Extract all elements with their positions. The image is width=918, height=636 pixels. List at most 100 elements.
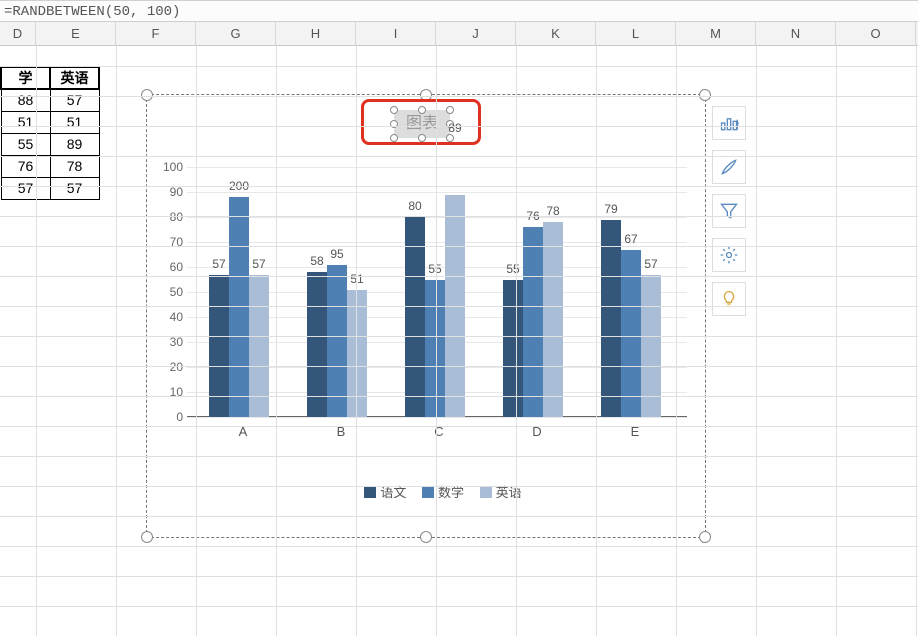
- chart-object[interactable]: 图表 语文 数学 英语 0102030405060708090: [146, 94, 706, 538]
- resize-handle-nw[interactable]: [141, 89, 153, 101]
- title-handle[interactable]: [390, 106, 398, 114]
- bar[interactable]: [601, 220, 621, 418]
- gridline: [836, 46, 837, 636]
- chart-settings-button[interactable]: [712, 238, 746, 272]
- bar[interactable]: [347, 290, 367, 418]
- gridline: [0, 396, 918, 397]
- y-tick-label: 30: [155, 335, 183, 349]
- column-header[interactable]: M: [676, 22, 756, 46]
- gridline: [0, 216, 918, 217]
- gridline: [676, 46, 677, 636]
- gridline: [0, 186, 918, 187]
- column-header[interactable]: H: [276, 22, 356, 46]
- cell[interactable]: 51: [50, 111, 99, 133]
- gridline: [0, 516, 918, 517]
- bar[interactable]: [405, 217, 425, 417]
- legend-swatch: [480, 486, 492, 498]
- title-handle[interactable]: [418, 134, 426, 142]
- gridline: [916, 46, 917, 636]
- column-header[interactable]: G: [196, 22, 276, 46]
- y-tick-label: 0: [155, 410, 183, 424]
- gridline: [0, 606, 918, 607]
- table-header: 英语: [50, 67, 99, 89]
- gridline: [516, 46, 517, 636]
- data-table: 学 英语 8857 5151 5589 7678 5757: [0, 66, 100, 200]
- cell[interactable]: 51: [1, 111, 50, 133]
- gridline: [0, 96, 918, 97]
- gear-icon: [719, 245, 739, 265]
- brush-icon: [719, 157, 739, 177]
- data-label: 57: [246, 257, 272, 271]
- legend-label: 数学: [438, 485, 464, 500]
- column-header[interactable]: D: [0, 22, 36, 46]
- cell[interactable]: 57: [1, 177, 50, 199]
- title-handle[interactable]: [446, 106, 454, 114]
- title-handle[interactable]: [446, 134, 454, 142]
- cell[interactable]: 88: [1, 89, 50, 111]
- column-header[interactable]: F: [116, 22, 196, 46]
- gridline: [0, 546, 918, 547]
- bars-icon: [719, 113, 739, 133]
- column-header[interactable]: K: [516, 22, 596, 46]
- resize-handle-sw[interactable]: [141, 531, 153, 543]
- data-label: 80: [402, 199, 428, 213]
- plot-gridline: [187, 192, 687, 193]
- formula-bar[interactable]: =RANDBETWEEN(50, 100): [0, 0, 918, 22]
- plot-gridline: [187, 417, 687, 418]
- gridline: [0, 576, 918, 577]
- cell[interactable]: 57: [50, 89, 99, 111]
- cell[interactable]: 57: [50, 177, 99, 199]
- y-tick-label: 50: [155, 285, 183, 299]
- legend-label: 英语: [496, 485, 522, 500]
- gridline: [196, 46, 197, 636]
- data-label: 89: [442, 121, 468, 135]
- y-tick-label: 90: [155, 185, 183, 199]
- column-header[interactable]: L: [596, 22, 676, 46]
- gridline: [0, 126, 918, 127]
- table-header: 学: [1, 67, 50, 89]
- gridline: [0, 366, 918, 367]
- bar[interactable]: [523, 227, 543, 417]
- bar[interactable]: [621, 250, 641, 418]
- chart-plot-area: 语文 数学 英语 01020304050607080901005720057A5…: [187, 167, 687, 457]
- chart-ideas-button[interactable]: [712, 282, 746, 316]
- column-header[interactable]: O: [836, 22, 916, 46]
- cell[interactable]: 89: [50, 133, 99, 155]
- data-label: 67: [618, 232, 644, 246]
- plot-gridline: [187, 217, 687, 218]
- gridline: [36, 46, 37, 636]
- title-handle[interactable]: [418, 106, 426, 114]
- legend-swatch: [422, 486, 434, 498]
- bar[interactable]: [543, 222, 563, 417]
- gridline: [596, 46, 597, 636]
- cell[interactable]: 78: [50, 155, 99, 177]
- data-label: 79: [598, 202, 624, 216]
- y-tick-label: 20: [155, 360, 183, 374]
- resize-handle-se[interactable]: [699, 531, 711, 543]
- column-header[interactable]: N: [756, 22, 836, 46]
- column-header[interactable]: E: [36, 22, 116, 46]
- y-tick-label: 80: [155, 210, 183, 224]
- column-header[interactable]: I: [356, 22, 436, 46]
- bar[interactable]: [229, 197, 249, 417]
- data-label: 57: [638, 257, 664, 271]
- chart-legend[interactable]: 语文 数学 英语: [187, 482, 687, 501]
- funnel-icon: [719, 201, 739, 221]
- chart-filters-button[interactable]: [712, 194, 746, 228]
- column-header[interactable]: J: [436, 22, 516, 46]
- bar[interactable]: [327, 265, 347, 418]
- column-headers: DEFGHIJKLMNO: [0, 22, 918, 46]
- gridline: [0, 156, 918, 157]
- cell[interactable]: 76: [1, 155, 50, 177]
- chart-elements-button[interactable]: [712, 106, 746, 140]
- gridline: [756, 46, 757, 636]
- resize-handle-ne[interactable]: [699, 89, 711, 101]
- gridline: [0, 276, 918, 277]
- cell[interactable]: 55: [1, 133, 50, 155]
- spreadsheet-grid[interactable]: 学 英语 8857 5151 5589 7678 5757 图表: [0, 46, 918, 636]
- gridline: [0, 486, 918, 487]
- title-handle[interactable]: [390, 134, 398, 142]
- resize-handle-s[interactable]: [420, 531, 432, 543]
- gridline: [0, 336, 918, 337]
- gridline: [436, 46, 437, 636]
